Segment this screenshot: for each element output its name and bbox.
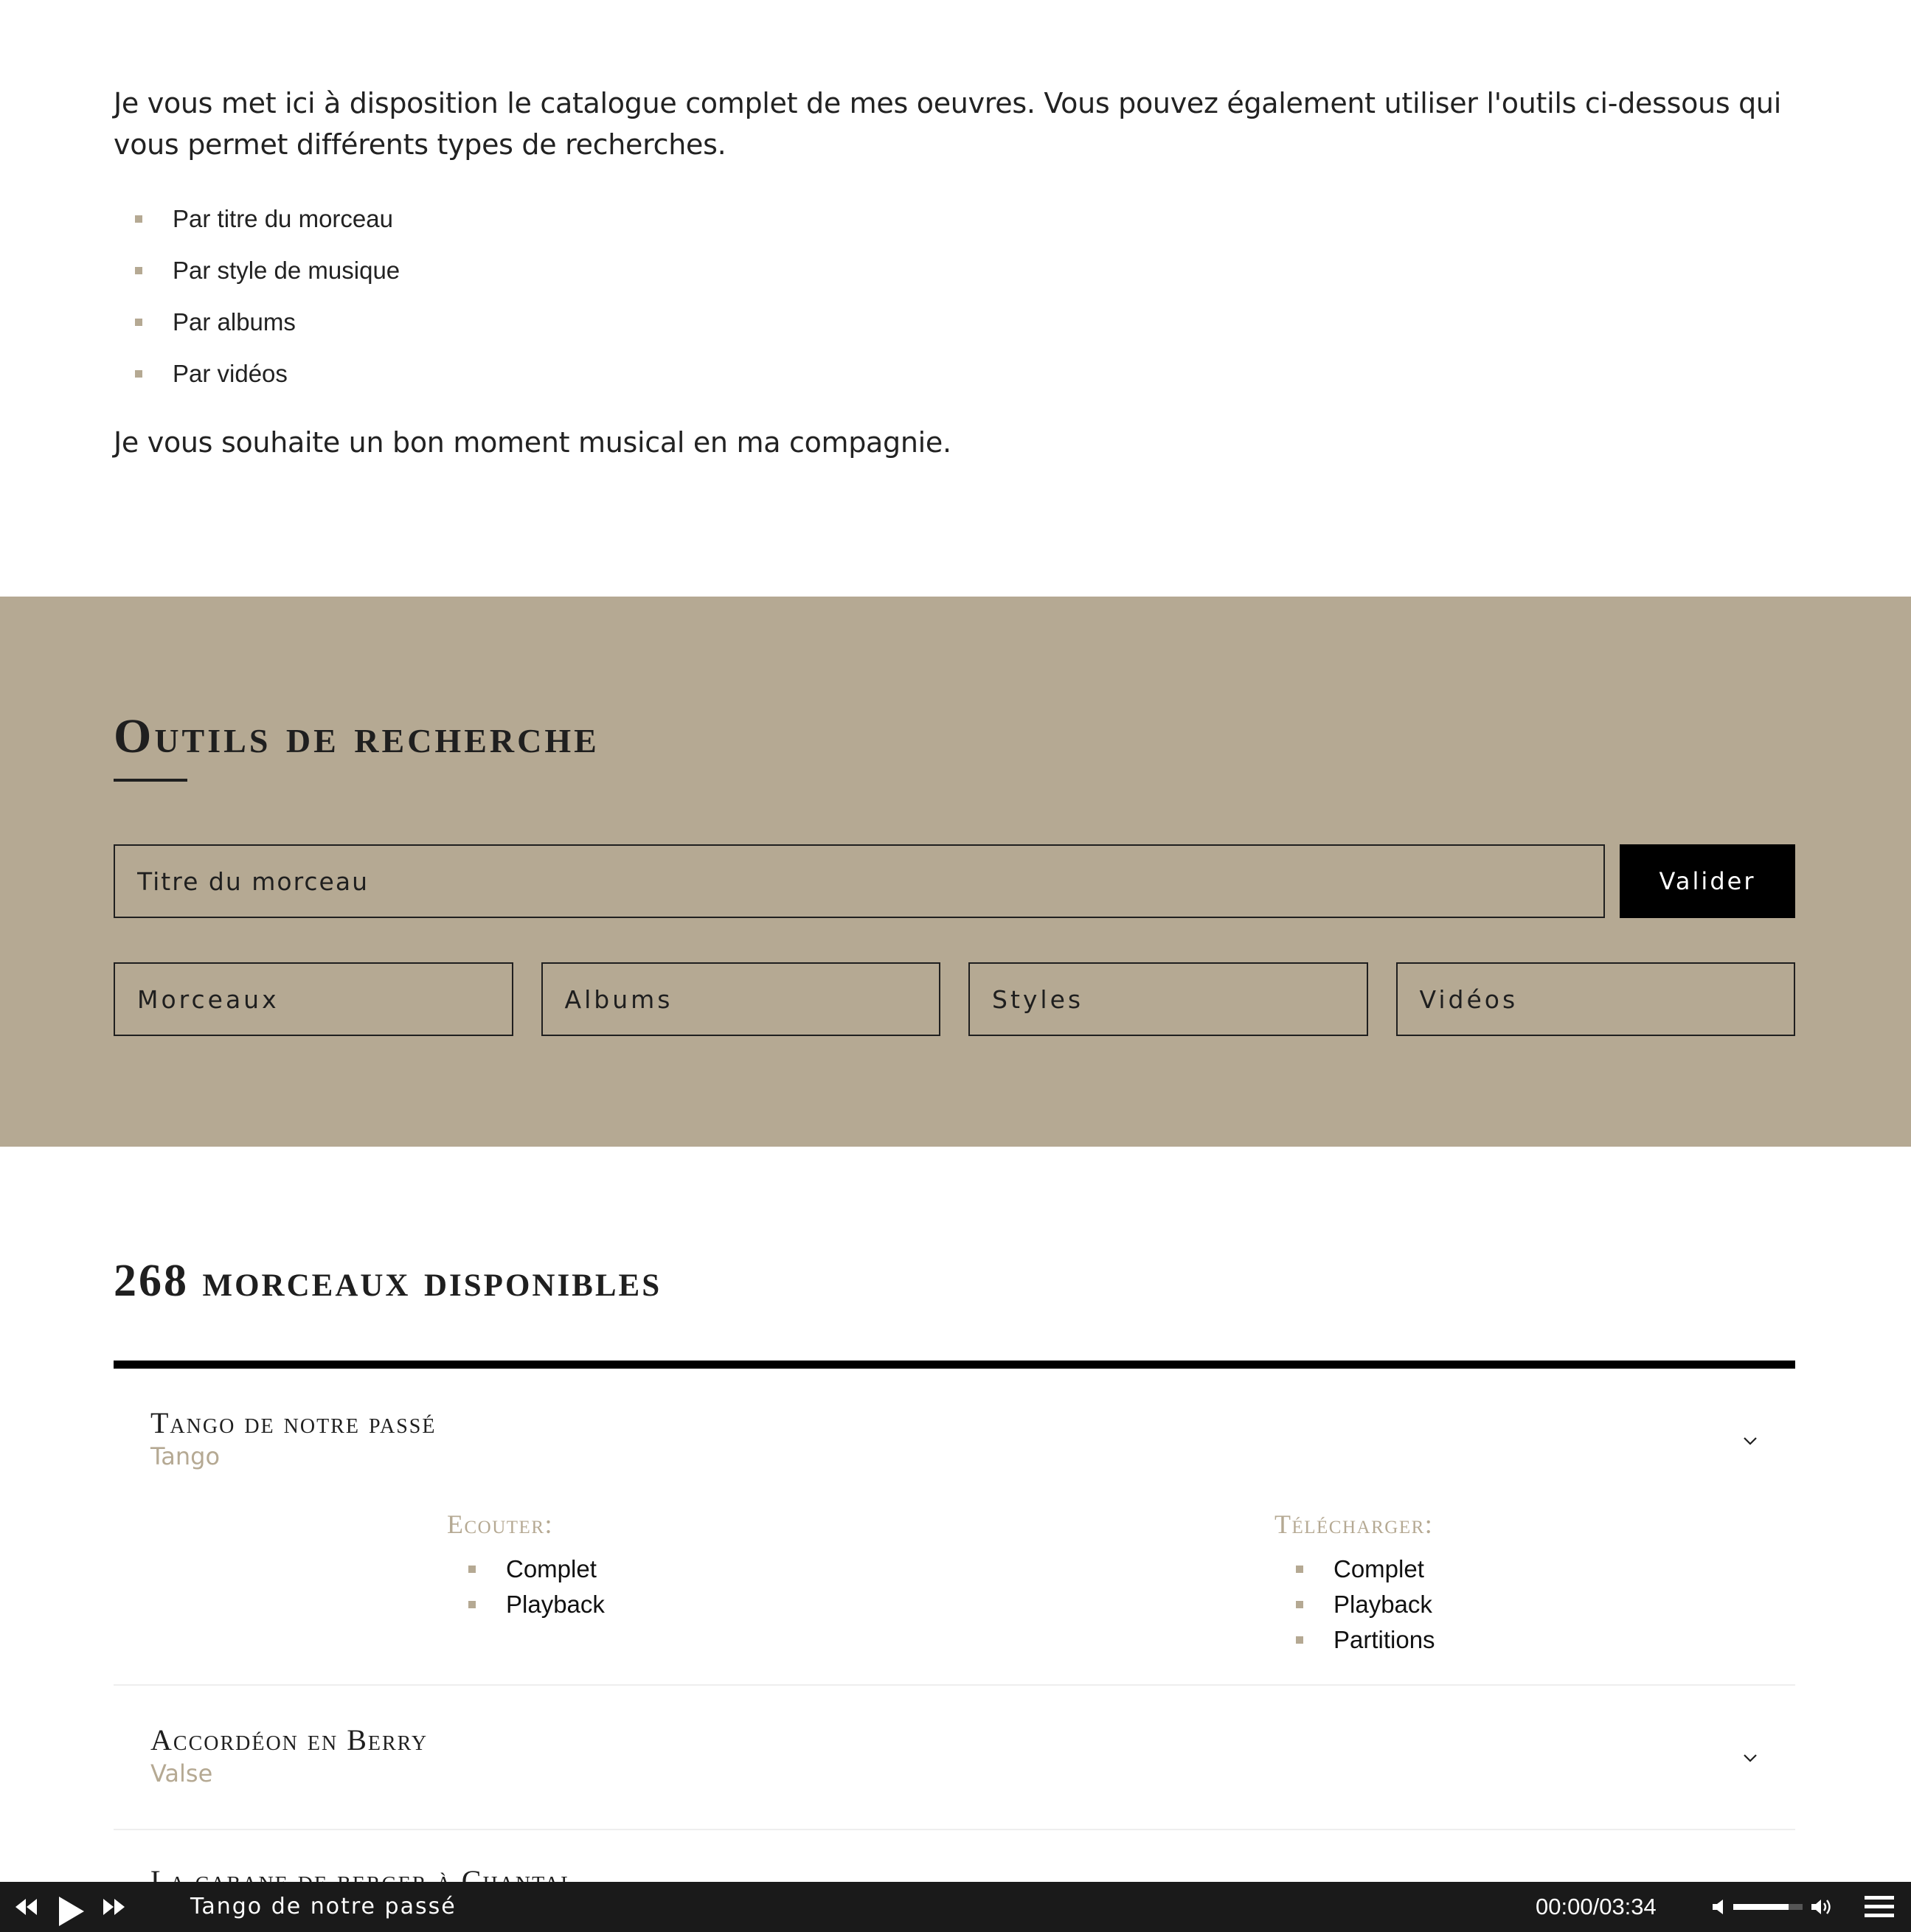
playback-time: 00:00/03:34: [1536, 1882, 1657, 1932]
download-heading: Télécharger:: [1274, 1509, 1434, 1539]
bullet-square-icon: [135, 215, 142, 223]
chevron-down-icon[interactable]: [1741, 1431, 1760, 1450]
link-label: Playback: [506, 1591, 605, 1618]
audio-player-bar: Tango de notre passé 00:00/03:34: [0, 1882, 1911, 1932]
list-item: Par titre du morceau: [114, 193, 1810, 245]
results-divider: [114, 1361, 1795, 1369]
filter-buttons: Morceaux Albums Styles Vidéos: [114, 962, 1795, 1036]
intro-paragraph: Je vous met ici à disposition le catalog…: [114, 87, 1781, 161]
list-item-label: Par albums: [173, 308, 296, 336]
search-types-list: Par titre du morceau Par style de musiqu…: [114, 193, 1810, 400]
listen-complet-link[interactable]: Complet: [447, 1551, 605, 1587]
bullet-square-icon: [135, 267, 142, 274]
link-label: Partitions: [1333, 1626, 1435, 1653]
bullet-square-icon: [1296, 1636, 1303, 1644]
track-style: Valse: [150, 1759, 213, 1787]
intro-section: Je vous met ici à disposition le catalog…: [114, 83, 1810, 463]
link-label: Complet: [1333, 1555, 1424, 1582]
search-tools-section: Outils de recherche Valider Morceaux Alb…: [0, 597, 1911, 1147]
track-item-expanded: Tango de notre passé Tango Ecouter: Comp…: [114, 1369, 1795, 1686]
results-count-title: 268 morceaux disponibles: [114, 1256, 662, 1306]
rewind-icon[interactable]: [12, 1882, 41, 1932]
now-playing-title: Tango de notre passé: [190, 1894, 457, 1919]
bullet-square-icon: [135, 319, 142, 326]
bullet-square-icon: [468, 1566, 476, 1573]
download-complet-link[interactable]: Complet: [1274, 1551, 1435, 1587]
listen-playback-link[interactable]: Playback: [447, 1587, 605, 1622]
filter-styles-button[interactable]: Styles: [968, 962, 1368, 1036]
playlist-menu-icon[interactable]: [1862, 1882, 1897, 1932]
time-separator: /: [1592, 1894, 1600, 1919]
volume-slider[interactable]: [1733, 1904, 1803, 1910]
track-title[interactable]: Tango de notre passé: [150, 1405, 436, 1440]
list-item: Par albums: [114, 296, 1810, 348]
filter-videos-button[interactable]: Vidéos: [1395, 962, 1795, 1036]
bullet-square-icon: [1296, 1601, 1303, 1608]
track-item[interactable]: Accordéon en Berry Valse: [114, 1686, 1795, 1830]
volume-mute-icon[interactable]: [1708, 1882, 1730, 1932]
duration: 03:34: [1599, 1894, 1657, 1919]
filter-albums-button[interactable]: Albums: [541, 962, 940, 1036]
track-title-search-input[interactable]: [114, 844, 1605, 918]
listen-column: Ecouter: Complet Playback: [447, 1509, 605, 1622]
list-item: Par style de musique: [114, 245, 1810, 296]
bullet-square-icon: [1296, 1566, 1303, 1573]
submit-search-button[interactable]: Valider: [1620, 844, 1795, 918]
list-item-label: Par vidéos: [173, 360, 288, 387]
search-tools-title: Outils de recherche: [114, 709, 600, 763]
play-icon[interactable]: [53, 1886, 89, 1932]
volume-max-icon[interactable]: [1808, 1882, 1837, 1932]
link-label: Complet: [506, 1555, 597, 1582]
download-partitions-link[interactable]: Partitions: [1274, 1622, 1435, 1658]
download-playback-link[interactable]: Playback: [1274, 1587, 1435, 1622]
filter-morceaux-button[interactable]: Morceaux: [114, 962, 513, 1036]
list-item: Par vidéos: [114, 348, 1810, 400]
track-style: Tango: [150, 1442, 221, 1470]
download-links: Complet Playback Partitions: [1274, 1551, 1435, 1658]
link-label: Playback: [1333, 1591, 1432, 1618]
bullet-square-icon: [468, 1601, 476, 1608]
volume-level: [1733, 1904, 1789, 1910]
list-item-label: Par titre du morceau: [173, 205, 393, 232]
chevron-down-icon[interactable]: [1741, 1748, 1760, 1768]
intro-closing-paragraph: Je vous souhaite un bon moment musical e…: [114, 426, 951, 459]
list-item-label: Par style de musique: [173, 257, 400, 284]
title-underline: [114, 779, 187, 782]
track-title[interactable]: Accordéon en Berry: [150, 1723, 428, 1757]
bullet-square-icon: [135, 370, 142, 378]
listen-links: Complet Playback: [447, 1551, 605, 1622]
download-column: Télécharger: Complet Playback Partitions: [1274, 1509, 1435, 1658]
listen-heading: Ecouter:: [447, 1509, 553, 1539]
fast-forward-icon[interactable]: [99, 1882, 128, 1932]
current-time: 00:00: [1536, 1894, 1593, 1919]
